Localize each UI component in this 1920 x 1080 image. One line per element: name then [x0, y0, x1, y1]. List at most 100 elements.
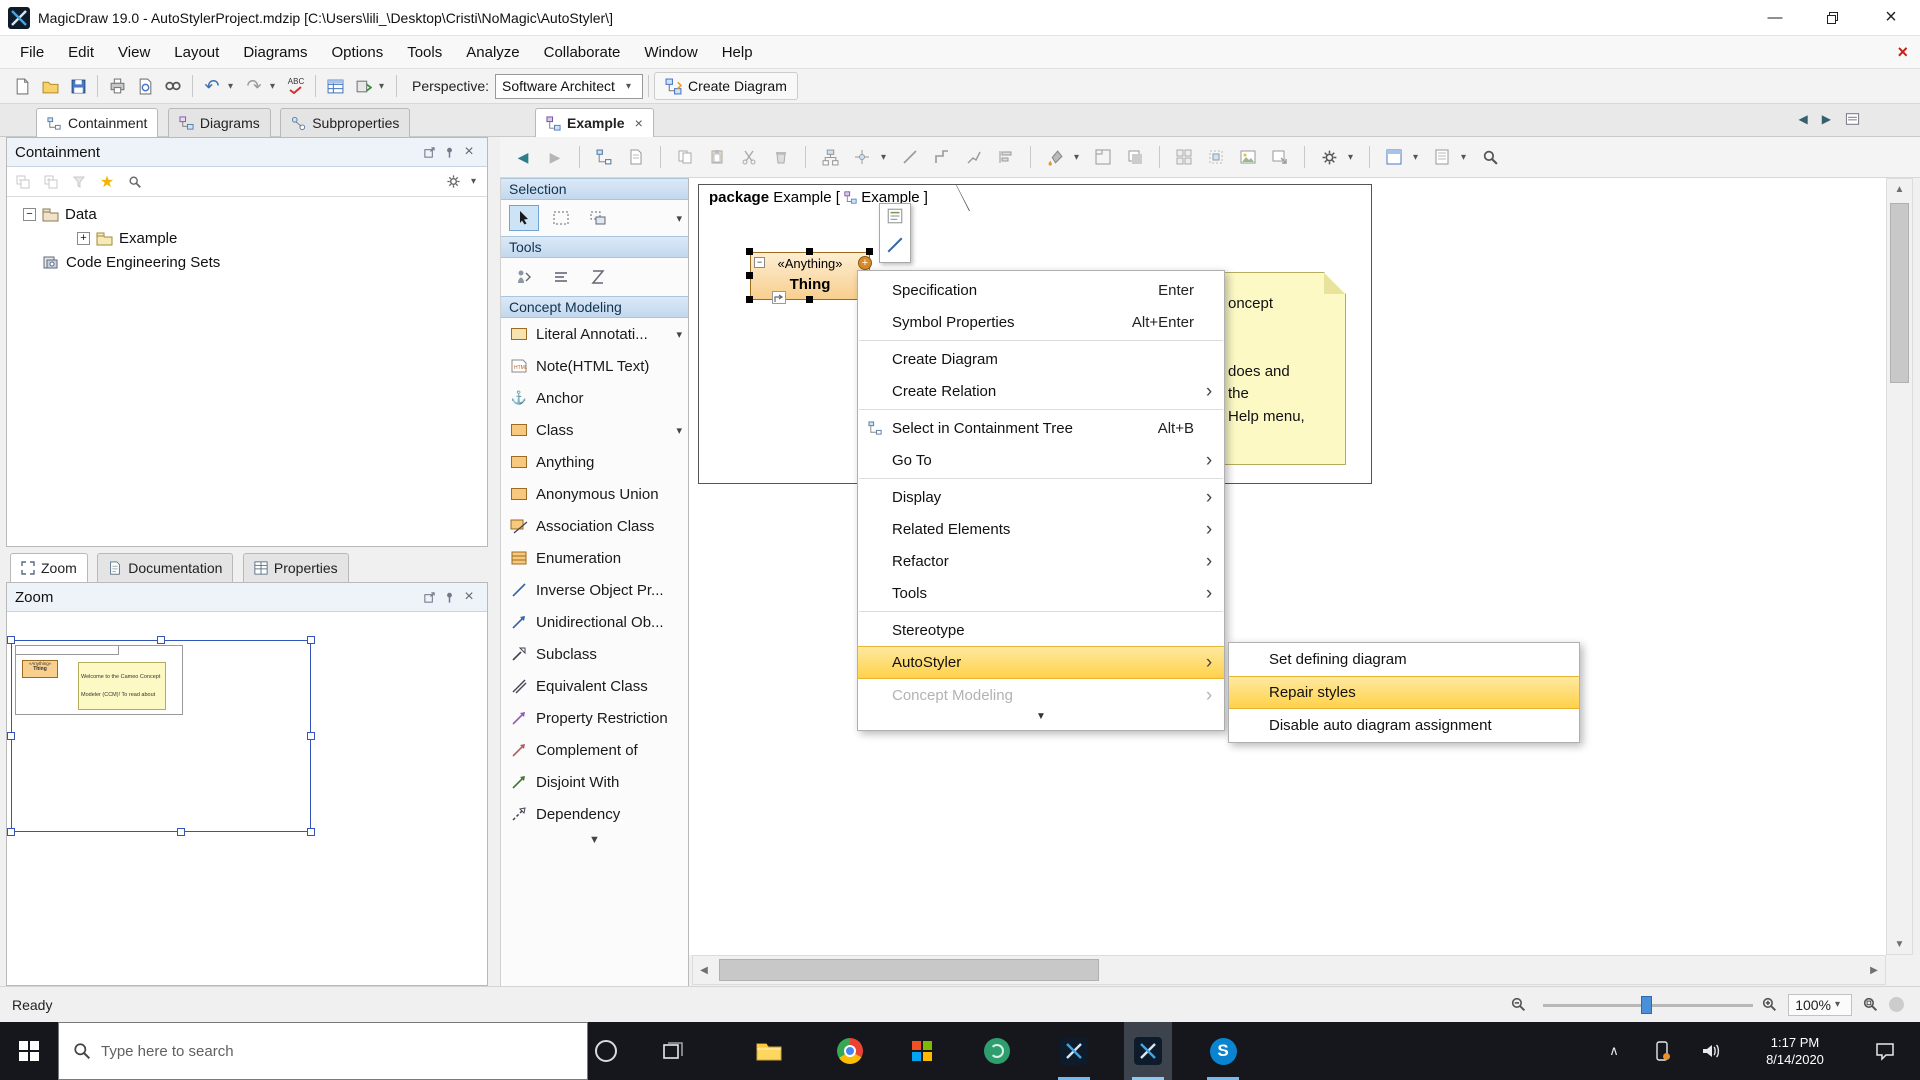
palette-item-note-html[interactable]: HTML Note(HTML Text) [501, 350, 688, 382]
snap-to-grid-button[interactable] [1203, 144, 1229, 170]
chevron-down-icon[interactable]: ▾ [676, 424, 682, 437]
spell-check-button[interactable]: ABC [282, 72, 310, 100]
chevron-down-icon[interactable]: ▾ [676, 328, 682, 341]
undo-dropdown[interactable]: ▾ [226, 72, 240, 100]
tab-documentation[interactable]: Documentation [97, 553, 233, 582]
undo-button[interactable]: ↶ [198, 72, 226, 100]
stereotype-expander-icon[interactable]: − [754, 257, 765, 268]
selection-handle[interactable] [746, 272, 753, 279]
viewport-handle[interactable] [7, 732, 15, 740]
rectilinear-path-button[interactable] [929, 144, 955, 170]
save-project-button[interactable] [64, 72, 92, 100]
menu-analyze[interactable]: Analyze [454, 36, 531, 69]
paste-button[interactable] [704, 144, 730, 170]
palette-item-complement-of[interactable]: Complement of [501, 734, 688, 766]
skype-button[interactable]: S [1199, 1022, 1247, 1080]
menu-tools[interactable]: Tools [395, 36, 454, 69]
tab-subproperties[interactable]: Subproperties [280, 108, 410, 137]
package-frame-header[interactable]: package Example [ Example ] [698, 184, 970, 211]
menu-layout[interactable]: Layout [162, 36, 231, 69]
search-input[interactable] [101, 1043, 521, 1060]
select-cursor-tool[interactable] [509, 205, 539, 231]
open-project-button[interactable] [36, 72, 64, 100]
pin-panel-icon[interactable] [439, 142, 459, 162]
diagram-view-mode-button[interactable] [1381, 144, 1407, 170]
menu-item-tools[interactable]: Tools› [858, 577, 1224, 609]
selection-handle[interactable] [746, 296, 753, 303]
taskbar-search[interactable] [58, 1022, 588, 1080]
tray-phone-icon[interactable] [1644, 1022, 1680, 1080]
scroll-up-arrow[interactable]: ▲ [1887, 179, 1912, 199]
microsoft-app-button[interactable] [898, 1022, 946, 1080]
palette-item-disjoint-with[interactable]: Disjoint With [501, 766, 688, 798]
menu-item-refactor[interactable]: Refactor› [858, 545, 1224, 577]
tables-button[interactable] [321, 72, 349, 100]
find-button[interactable] [159, 72, 187, 100]
chevron-down-icon[interactable]: ▾ [676, 212, 682, 225]
cut-button[interactable] [736, 144, 762, 170]
cortana-button[interactable] [582, 1022, 630, 1080]
generate-report-button[interactable] [623, 144, 649, 170]
search-tree-icon[interactable] [125, 172, 145, 192]
tree-item-data[interactable]: − Data [23, 206, 97, 223]
filter-icon[interactable] [69, 172, 89, 192]
selection-handle[interactable] [866, 248, 873, 255]
close-panel-icon[interactable]: × [459, 142, 479, 162]
zoom-out-button[interactable] [1510, 996, 1527, 1013]
scroll-tabs-right-icon[interactable]: ▶ [1822, 112, 1831, 126]
create-diagram-button[interactable]: Create Diagram [654, 72, 798, 100]
delete-button[interactable] [768, 144, 794, 170]
shadow-button[interactable] [1122, 144, 1148, 170]
multi-select-tool[interactable] [583, 205, 613, 231]
insert-image-button[interactable] [1235, 144, 1261, 170]
chevron-down-icon[interactable]: ▾ [1461, 152, 1471, 163]
tray-show-hidden-icons[interactable]: ∧ [1596, 1022, 1632, 1080]
tab-diagrams[interactable]: Diagrams [168, 108, 271, 137]
menu-view[interactable]: View [106, 36, 162, 69]
green-app-button[interactable] [973, 1022, 1021, 1080]
selection-handle[interactable] [806, 248, 813, 255]
panel-options-gear-icon[interactable] [443, 172, 463, 192]
menu-edit[interactable]: Edit [56, 36, 106, 69]
viewport-handle[interactable] [157, 636, 165, 644]
zoom-slider-thumb[interactable] [1641, 996, 1652, 1014]
quick-note-tool-icon[interactable] [886, 207, 904, 230]
menu-options[interactable]: Options [320, 36, 396, 69]
compartment-toggle-icon[interactable] [772, 291, 786, 304]
palette-item-dependency[interactable]: Dependency [501, 798, 688, 830]
palette-item-literal-annotation[interactable]: Literal Annotati... ▾ [501, 318, 688, 350]
chevron-down-icon[interactable]: ▾ [1074, 152, 1084, 163]
palette-section-concept-modeling[interactable]: Concept Modeling [501, 296, 688, 318]
export-image-button[interactable] [1267, 144, 1293, 170]
palette-item-class[interactable]: Class ▾ [501, 414, 688, 446]
palette-section-selection[interactable]: Selection [501, 178, 688, 200]
viewport-handle[interactable] [307, 636, 315, 644]
chrome-button[interactable] [826, 1022, 874, 1080]
menu-window[interactable]: Window [632, 36, 709, 69]
perspective-select[interactable]: Software Architect ▾ [495, 74, 643, 99]
menu-item-go-to[interactable]: Go To› [858, 444, 1224, 476]
zoom-preview[interactable]: package Example[ Example ] «Anything» Th… [7, 612, 487, 985]
tree-item-example[interactable]: + Example [77, 230, 177, 247]
horizontal-scroll-thumb[interactable] [719, 959, 1099, 981]
chevron-down-icon[interactable]: ▾ [1348, 152, 1358, 163]
zoom-percent-select[interactable]: 100% ▾ [1788, 994, 1852, 1016]
float-panel-icon[interactable] [419, 142, 439, 162]
palette-item-inverse-object-property[interactable]: Inverse Object Pr... [501, 574, 688, 606]
tab-list-icon[interactable] [1845, 112, 1860, 126]
action-center-button[interactable] [1860, 1022, 1910, 1080]
align-shapes-button[interactable] [993, 144, 1019, 170]
show-grid-button[interactable] [1171, 144, 1197, 170]
palette-tool-icon-3[interactable] [583, 264, 613, 290]
scroll-left-arrow[interactable]: ◀ [693, 956, 715, 984]
vertical-scrollbar[interactable]: ▲ ▼ [1886, 178, 1913, 955]
tab-example-diagram[interactable]: Example × [535, 108, 654, 137]
expand-expander-icon[interactable]: + [77, 232, 90, 245]
scroll-down-arrow[interactable]: ▼ [1887, 934, 1912, 954]
submenu-item-set-defining-diagram[interactable]: Set defining diagram [1229, 643, 1579, 676]
pin-panel-icon[interactable] [439, 587, 459, 607]
palette-more-button[interactable]: ▼ [501, 830, 688, 846]
new-project-button[interactable] [8, 72, 36, 100]
fit-in-window-button[interactable] [1862, 996, 1879, 1013]
select-in-containment-tree-button[interactable] [591, 144, 617, 170]
